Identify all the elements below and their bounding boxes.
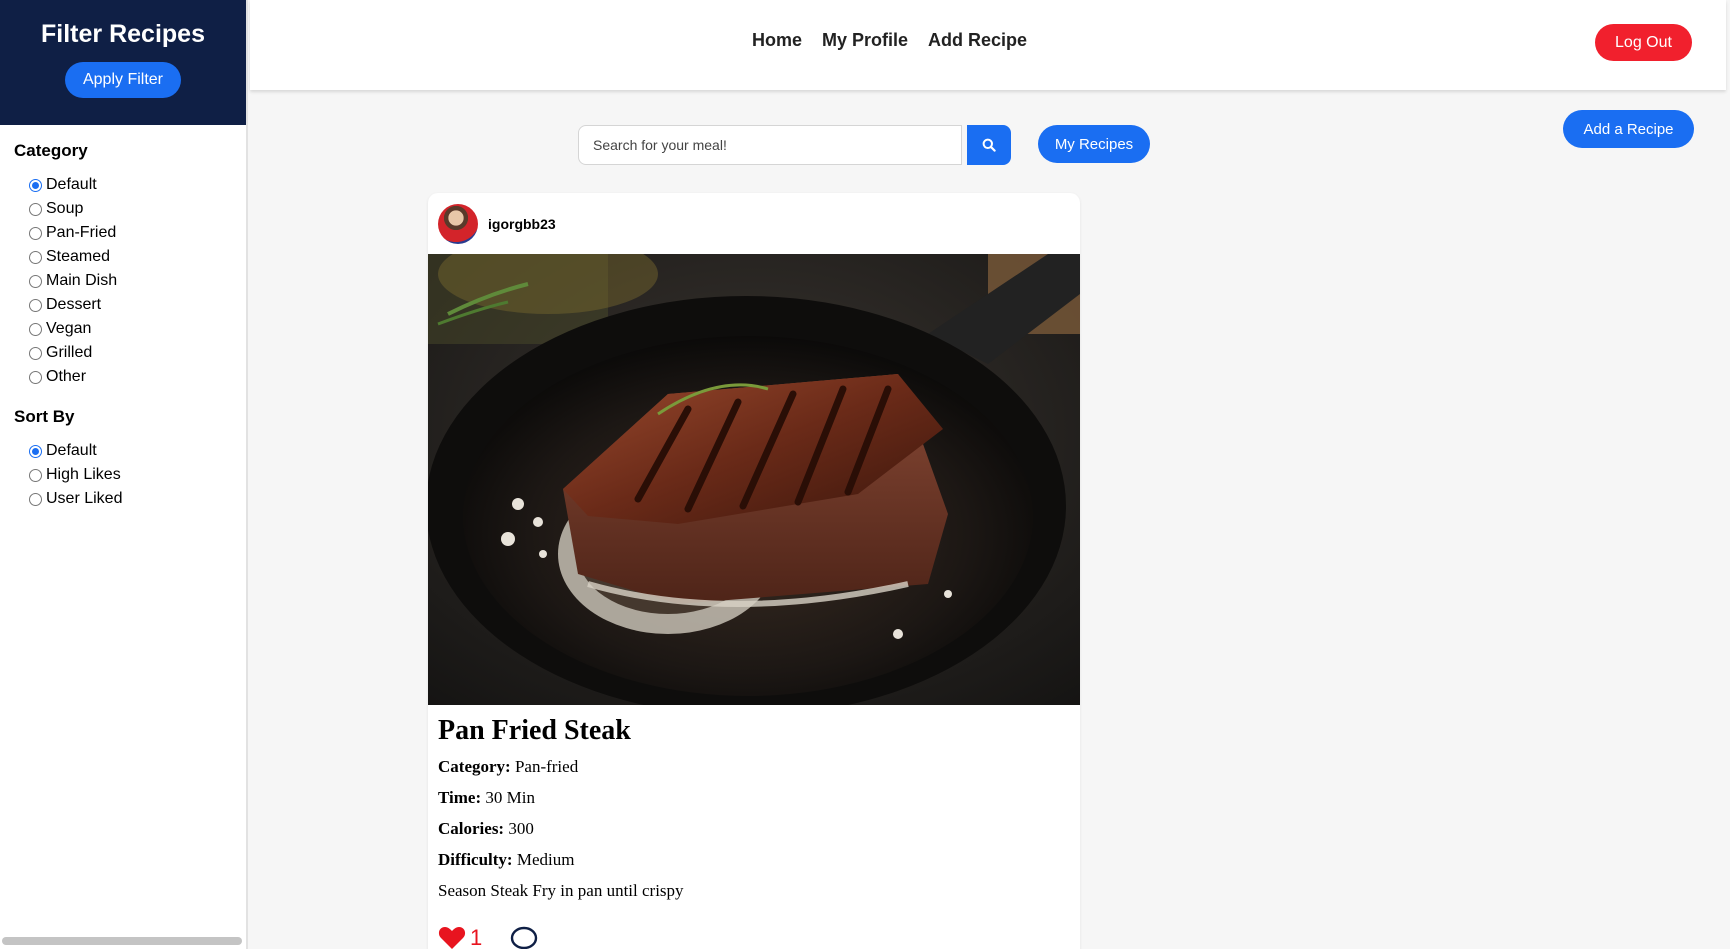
- radio-button[interactable]: [29, 492, 42, 506]
- difficulty-label: Difficulty:: [438, 850, 513, 869]
- category-option[interactable]: Other: [14, 365, 246, 389]
- recipe-description: Season Steak Fry in pan until crispy: [438, 881, 684, 900]
- category-label: Category:: [438, 757, 511, 776]
- radio-button[interactable]: [29, 202, 42, 216]
- heart-icon[interactable]: [438, 926, 466, 949]
- radio-button[interactable]: [29, 346, 42, 360]
- calories-row: Calories: 300: [438, 819, 1070, 850]
- difficulty-row: Difficulty: Medium: [438, 850, 1070, 881]
- sort-option-label: Default: [46, 442, 97, 459]
- my-recipes-button[interactable]: My Recipes: [1038, 125, 1150, 163]
- radio-button[interactable]: [29, 274, 42, 288]
- apply-filter-button[interactable]: Apply Filter: [65, 62, 181, 98]
- avatar[interactable]: [438, 203, 478, 244]
- category-option[interactable]: Default: [14, 173, 246, 197]
- card-body: Pan Fried Steak Category: Pan-fried Time…: [428, 705, 1080, 949]
- add-recipe-button[interactable]: Add a Recipe: [1563, 110, 1694, 148]
- category-option-label: Pan-Fried: [46, 224, 117, 241]
- category-row: Category: Pan-fried: [438, 757, 1070, 788]
- radio-button[interactable]: [29, 468, 42, 482]
- category-filter: Category Default Soup Pan-Fried Steamed Main…: [0, 125, 246, 389]
- username[interactable]: igorgbb23: [488, 216, 556, 232]
- search-icon: [982, 138, 996, 152]
- top-navbar: Home My Profile Add Recipe Log Out: [250, 0, 1726, 90]
- like-count: 1: [470, 925, 483, 949]
- calories-value: 300: [508, 819, 534, 838]
- category-option-label: Main Dish: [46, 272, 118, 289]
- sort-heading: Sort By: [14, 407, 75, 426]
- category-option-label: Grilled: [46, 344, 93, 361]
- horizontal-scrollbar[interactable]: [2, 937, 242, 945]
- calories-label: Calories:: [438, 819, 505, 838]
- sort-option[interactable]: Default: [14, 439, 246, 463]
- category-options: Default Soup Pan-Fried Steamed Main Dish Dess…: [14, 173, 246, 389]
- category-option-label: Steamed: [46, 248, 111, 265]
- category-option[interactable]: Soup: [14, 197, 246, 221]
- sort-options: Default High Likes User Liked: [14, 439, 246, 511]
- recipe-image: [428, 254, 1080, 705]
- category-option[interactable]: Grilled: [14, 341, 246, 365]
- nav-links: Home My Profile Add Recipe: [752, 30, 1027, 51]
- category-option-label: Soup: [46, 200, 84, 217]
- card-header: igorgbb23: [428, 193, 1080, 254]
- sidebar-title: Filter Recipes: [41, 20, 205, 48]
- category-option[interactable]: Main Dish: [14, 269, 246, 293]
- time-value: 30 Min: [485, 788, 535, 807]
- sort-option[interactable]: User Liked: [14, 487, 246, 511]
- sort-option-label: User Liked: [46, 490, 123, 507]
- radio-button[interactable]: [29, 226, 42, 240]
- sort-filter: Sort By Default High Likes User Liked: [0, 391, 246, 511]
- radio-button[interactable]: [29, 250, 42, 264]
- search-input[interactable]: [578, 125, 962, 165]
- category-option-label: Vegan: [46, 320, 92, 337]
- time-label: Time:: [438, 788, 482, 807]
- comment-icon[interactable]: [510, 926, 538, 949]
- nav-add-recipe[interactable]: Add Recipe: [928, 30, 1027, 51]
- nav-my-profile[interactable]: My Profile: [822, 30, 908, 51]
- category-option[interactable]: Steamed: [14, 245, 246, 269]
- category-value: Pan-fried: [514, 757, 579, 776]
- category-option-label: Dessert: [46, 296, 102, 313]
- recipe-card: igorgbb23 Pan Fried Steak Category: Pan-…: [428, 193, 1080, 949]
- radio-button[interactable]: [29, 322, 42, 336]
- sort-option-label: High Likes: [46, 466, 121, 483]
- recipe-title: Pan Fried Steak: [438, 715, 631, 746]
- card-actions: 1: [438, 925, 1070, 949]
- search-button[interactable]: [967, 125, 1011, 165]
- radio-button[interactable]: [29, 444, 42, 458]
- filter-sidebar: Filter Recipes Apply Filter Category Def…: [0, 0, 248, 949]
- category-heading: Category: [14, 141, 88, 160]
- radio-button[interactable]: [29, 370, 42, 384]
- category-option-label: Other: [46, 368, 87, 385]
- category-option[interactable]: Dessert: [14, 293, 246, 317]
- nav-home[interactable]: Home: [752, 30, 802, 51]
- difficulty-value: Medium: [516, 850, 575, 869]
- sort-option[interactable]: High Likes: [14, 463, 246, 487]
- radio-button[interactable]: [29, 178, 42, 192]
- time-row: Time: 30 Min: [438, 788, 1070, 819]
- category-option[interactable]: Vegan: [14, 317, 246, 341]
- sidebar-header: Filter Recipes Apply Filter: [0, 0, 246, 125]
- radio-button[interactable]: [29, 298, 42, 312]
- logout-button[interactable]: Log Out: [1595, 24, 1692, 61]
- category-option[interactable]: Pan-Fried: [14, 221, 246, 245]
- category-option-label: Default: [46, 176, 97, 193]
